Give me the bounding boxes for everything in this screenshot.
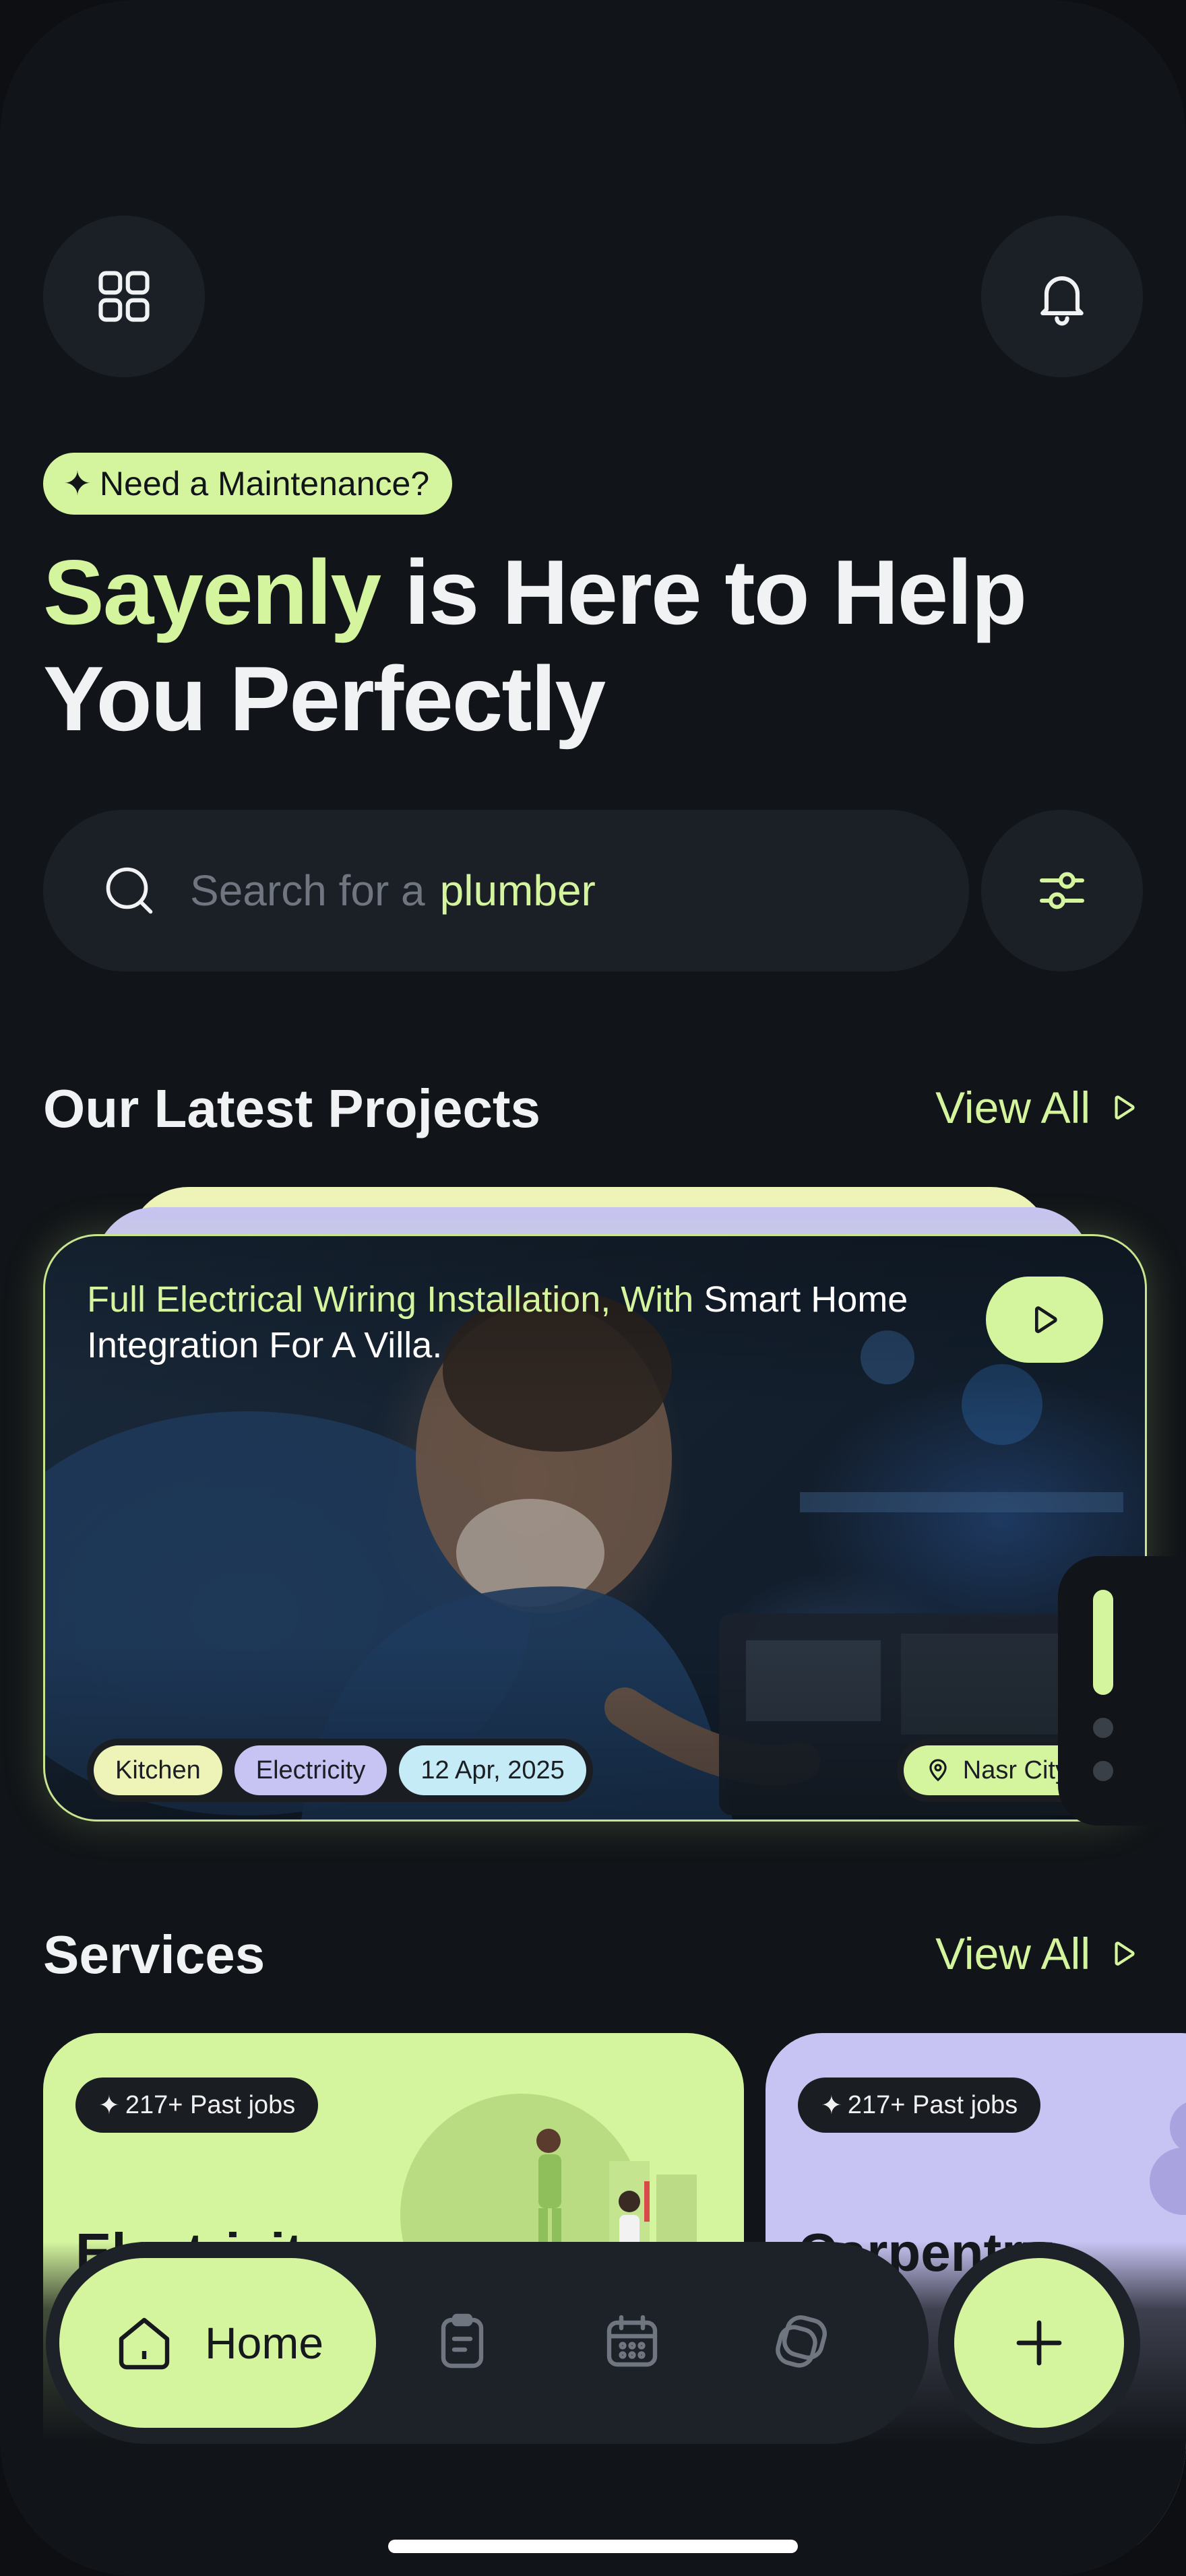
brand-name: Sayenly [43,541,381,643]
pagination-dot[interactable] [1093,1718,1113,1738]
pagination-dot[interactable] [1093,1761,1113,1781]
tag-date: 12 Apr, 2025 [399,1745,586,1795]
grid-icon [98,271,150,322]
map-pin-icon [929,1759,947,1782]
past-jobs-label: 217+ Past jobs [847,2090,1018,2119]
search-keyword: plumber [439,866,596,915]
project-title-highlight: Full Electrical Wiring Installation, Wit… [87,1279,694,1320]
bell-icon [1040,276,1084,326]
projects-view-all-link[interactable]: View All [935,1082,1140,1133]
menu-button[interactable] [43,216,205,377]
headline-line-2: You Perfectly [43,647,606,750]
carousel-notch [1058,1556,1186,1826]
maintenance-badge: ✦ Need a Maintenance? [43,453,453,515]
pagination-dot-active[interactable] [1093,1590,1113,1695]
sparkle-icon: ✦ [98,2091,120,2120]
nav-orders-button[interactable] [422,2301,503,2382]
nav-home-button[interactable]: Home [59,2258,376,2428]
layers-icon [776,2315,827,2368]
past-jobs-badge: ✦ 217+ Past jobs [75,2078,319,2133]
sliders-icon [1040,872,1084,909]
search-icon [96,857,163,924]
page-headline: Sayenly is Here to Help You Perfectly [43,539,1054,752]
tag-category: Kitchen [94,1745,222,1795]
home-icon [119,2317,170,2370]
badge-label: Need a Maintenance? [99,465,430,503]
notifications-button[interactable] [981,216,1143,377]
sparkle-icon: ✦ [821,2091,842,2120]
search-placeholder: Search for a [190,866,425,915]
carousel-pagination[interactable] [1093,1590,1113,1781]
sparkle-icon: ✦ [63,465,92,503]
past-jobs-label: 217+ Past jobs [125,2090,296,2119]
services-view-all-link[interactable]: View All [935,1928,1140,1979]
headline-line-1: is Here to Help [380,541,1027,643]
carpentry-illustration [1150,2102,1186,2215]
project-card[interactable]: Full Electrical Wiring Installation, Wit… [43,1234,1147,1822]
plus-icon [1016,2320,1062,2366]
nav-calendar-button[interactable] [592,2301,673,2382]
app-screen: ✦ Need a Maintenance? Sayenly is Here to… [0,0,1186,2576]
project-title: Full Electrical Wiring Installation, Wit… [87,1277,936,1368]
past-jobs-badge: ✦ 217+ Past jobs [798,2078,1041,2133]
play-icon [1035,1306,1057,1333]
view-all-label: View All [935,1083,1090,1132]
clipboard-icon [441,2313,484,2369]
add-request-button[interactable] [954,2258,1124,2428]
view-all-label: View All [935,1929,1090,1978]
home-indicator[interactable] [388,2540,798,2553]
tag-service: Electricity [234,1745,387,1795]
play-outline-icon [1115,1941,1135,1966]
location-label: Nasr City [962,1756,1068,1784]
nav-home-label: Home [204,2318,324,2368]
filter-button[interactable] [981,810,1143,971]
play-outline-icon [1115,1095,1135,1120]
search-input[interactable]: Search for a plumber [43,810,969,971]
projects-section-title: Our Latest Projects [43,1078,541,1138]
play-button[interactable] [986,1277,1103,1363]
services-section-title: Services [43,1925,266,1985]
project-tags: Kitchen Electricity 12 Apr, 2025 [87,1739,593,1802]
calendar-icon [606,2315,658,2367]
nav-services-button[interactable] [761,2301,842,2382]
